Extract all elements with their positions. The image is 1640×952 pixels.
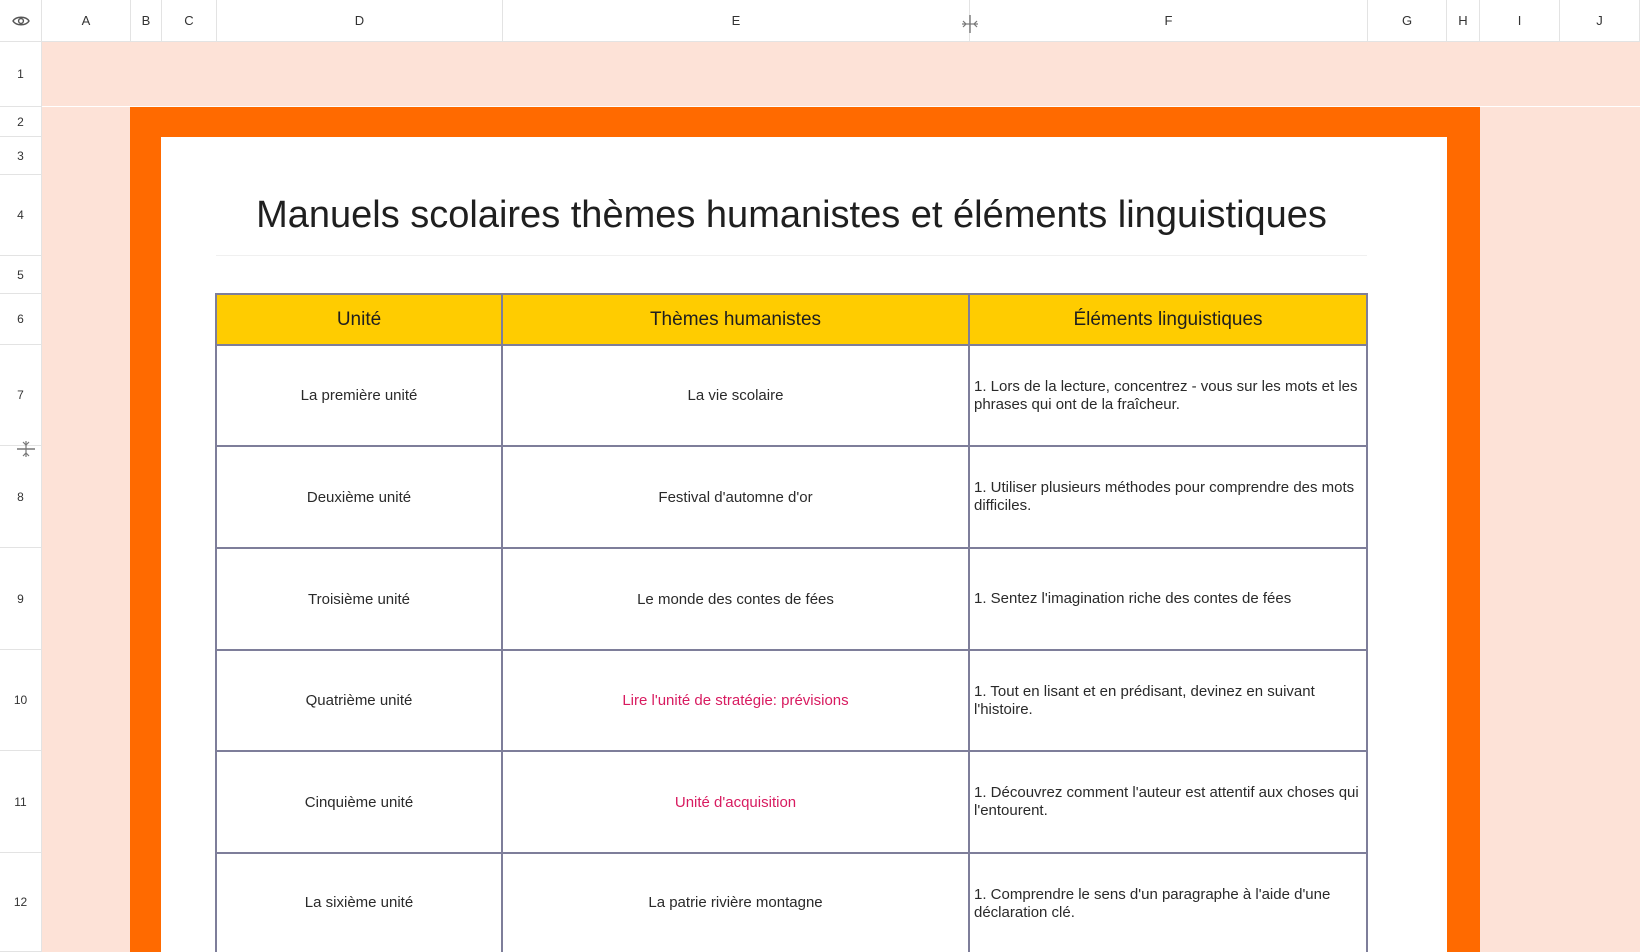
row-header-1[interactable]: 1 (0, 42, 42, 107)
table-cell-theme[interactable]: La patrie rivière montagne (502, 853, 969, 952)
row-header-4[interactable]: 4 (0, 175, 42, 256)
row-header-10[interactable]: 10 (0, 650, 42, 751)
table-cell-theme[interactable]: Festival d'automne d'or (502, 446, 969, 548)
row-header-2[interactable]: 2 (0, 107, 42, 137)
table-border (501, 293, 503, 952)
table-header-themes[interactable]: Thèmes humanistes (502, 294, 969, 345)
table-cell-element[interactable]: 1. Utiliser plusieurs méthodes pour comp… (969, 446, 1367, 548)
table-border (216, 547, 1367, 549)
sheet-title[interactable]: Manuels scolaires thèmes humanistes et é… (216, 175, 1367, 256)
row-header-9[interactable]: 9 (0, 548, 42, 650)
row-header-6[interactable]: 6 (0, 294, 42, 345)
table-border (216, 750, 1367, 752)
table-cell-unit[interactable]: Troisième unité (216, 548, 502, 650)
table-border-left (215, 293, 217, 952)
row-header-8[interactable]: 8 (0, 446, 42, 548)
row-header-7[interactable]: 7 (0, 345, 42, 446)
row-header-3[interactable]: 3 (0, 137, 42, 175)
column-header-e[interactable]: E (503, 0, 970, 42)
row-header-11[interactable]: 11 (0, 751, 42, 853)
column-header-g[interactable]: G (1368, 0, 1447, 42)
column-header-d[interactable]: D (217, 0, 503, 42)
column-header-i[interactable]: I (1480, 0, 1560, 42)
table-border (216, 852, 1367, 854)
frame-left-border (130, 107, 161, 952)
frame-top-border (130, 107, 1480, 137)
select-all-corner[interactable] (0, 0, 42, 42)
table-cell-unit[interactable]: Cinquième unité (216, 751, 502, 853)
table-border-top (216, 293, 1367, 295)
row-header-5[interactable]: 5 (0, 256, 42, 294)
table-cell-element[interactable]: 1. Tout en lisant et en prédisant, devin… (969, 650, 1367, 751)
table-cell-theme-highlighted[interactable]: Unité d'acquisition (502, 751, 969, 853)
table-cell-theme[interactable]: La vie scolaire (502, 345, 969, 446)
table-header-elements[interactable]: Éléments linguistiques (969, 294, 1367, 345)
table-border (216, 649, 1367, 651)
table-border (968, 293, 970, 952)
column-header-j[interactable]: J (1560, 0, 1640, 42)
table-cell-element[interactable]: 1. Découvrez comment l'auteur est attent… (969, 751, 1367, 853)
table-cell-unit[interactable]: Deuxième unité (216, 446, 502, 548)
row-resize-icon[interactable] (14, 437, 38, 461)
column-header-b[interactable]: B (131, 0, 162, 42)
table-cell-theme-highlighted[interactable]: Lire l'unité de stratégie: prévisions (502, 650, 969, 751)
column-resize-icon[interactable] (958, 12, 982, 36)
table-header-unit[interactable]: Unité (216, 294, 502, 345)
table-cell-element[interactable]: 1. Sentez l'imagination riche des contes… (969, 548, 1367, 650)
table-cell-element[interactable]: 1. Comprendre le sens d'un paragraphe à … (969, 853, 1367, 952)
table-cell-unit[interactable]: La première unité (216, 345, 502, 446)
column-header-c[interactable]: C (162, 0, 217, 42)
table-border (216, 344, 1367, 346)
table-cell-element[interactable]: 1. Lors de la lecture, concentrez - vous… (969, 345, 1367, 446)
table-cell-theme[interactable]: Le monde des contes de fées (502, 548, 969, 650)
table-border (216, 445, 1367, 447)
frame-right-border (1447, 107, 1480, 952)
row-header-12[interactable]: 12 (0, 853, 42, 952)
table-cell-unit[interactable]: Quatrième unité (216, 650, 502, 751)
column-header-f[interactable]: F (970, 0, 1368, 42)
table-border-right (1366, 293, 1368, 952)
eye-icon (11, 16, 30, 25)
table-cell-unit[interactable]: La sixième unité (216, 853, 502, 952)
spreadsheet[interactable]: Manuels scolaires thèmes humanistes et é… (0, 0, 1640, 952)
column-header-a[interactable]: A (42, 0, 131, 42)
column-header-h[interactable]: H (1447, 0, 1480, 42)
